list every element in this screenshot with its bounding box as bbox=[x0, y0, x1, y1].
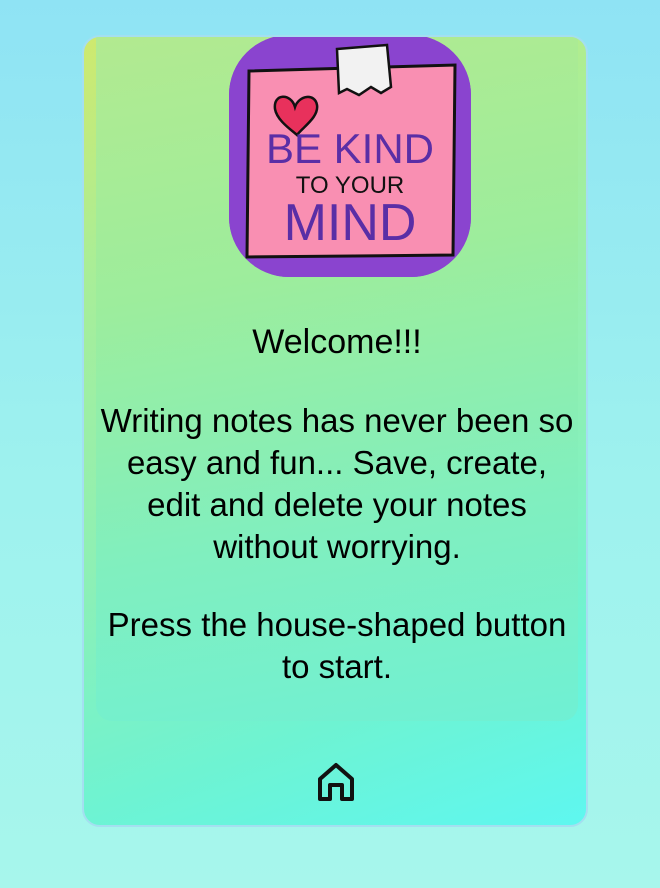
welcome-panel: BE KIND TO YOUR MIND Welcome!!! Writing … bbox=[96, 37, 578, 721]
home-button[interactable] bbox=[315, 761, 357, 803]
home-icon bbox=[315, 761, 357, 803]
welcome-heading: Welcome!!! bbox=[252, 323, 422, 361]
welcome-card: BE KIND TO YOUR MIND Welcome!!! Writing … bbox=[82, 35, 588, 827]
app-description: Writing notes has never been so easy and… bbox=[100, 402, 574, 565]
logo-line-1: BE KIND bbox=[266, 125, 434, 172]
start-instruction: Press the house-shaped button to start. bbox=[107, 606, 567, 685]
app-logo: BE KIND TO YOUR MIND bbox=[229, 37, 471, 277]
logo-line-3: MIND bbox=[284, 194, 417, 252]
